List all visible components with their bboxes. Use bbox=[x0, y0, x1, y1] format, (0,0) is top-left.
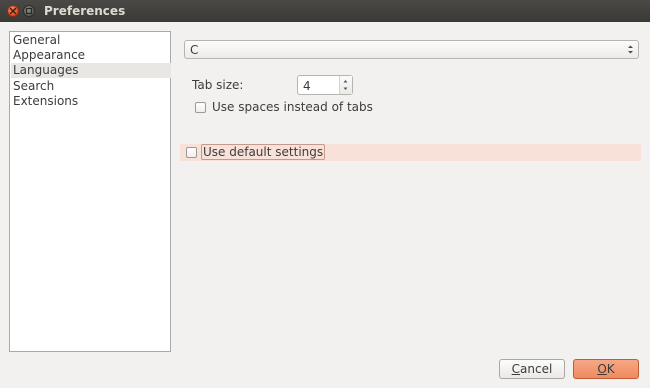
ok-label-rest: K bbox=[606, 362, 615, 376]
cancel-mnemonic: C bbox=[511, 362, 521, 376]
use-default-checkbox[interactable] bbox=[186, 147, 197, 158]
title-bar: Preferences bbox=[0, 0, 650, 22]
ok-mnemonic: O bbox=[597, 362, 607, 376]
cancel-label-rest: ancel bbox=[520, 362, 553, 376]
cancel-button[interactable]: Cancel bbox=[499, 359, 565, 379]
window-title: Preferences bbox=[44, 4, 126, 18]
tab-size-label: Tab size: bbox=[192, 78, 244, 92]
use-default-label[interactable]: Use default settings bbox=[201, 144, 326, 160]
spin-up-icon[interactable] bbox=[342, 78, 349, 84]
spin-down-icon[interactable] bbox=[342, 86, 349, 92]
sidebar-item-general[interactable]: General bbox=[11, 33, 171, 48]
preferences-window: Preferences General Appearance Languages… bbox=[0, 0, 650, 388]
tab-size-spinner[interactable]: 4 bbox=[297, 75, 353, 95]
use-spaces-checkbox[interactable] bbox=[195, 102, 206, 113]
category-list: General Appearance Languages Search Exte… bbox=[9, 31, 171, 352]
ok-button[interactable]: OK bbox=[573, 359, 639, 379]
sidebar-item-search[interactable]: Search bbox=[11, 79, 171, 94]
maximize-icon[interactable] bbox=[23, 5, 35, 17]
tab-size-value[interactable]: 4 bbox=[303, 79, 311, 93]
use-spaces-label[interactable]: Use spaces instead of tabs bbox=[212, 100, 373, 114]
spinner-buttons bbox=[339, 76, 352, 94]
sidebar-item-languages[interactable]: Languages bbox=[11, 63, 171, 78]
sidebar-item-extensions[interactable]: Extensions bbox=[11, 94, 171, 109]
language-select-value: C bbox=[190, 43, 199, 57]
sidebar-item-appearance[interactable]: Appearance bbox=[11, 48, 171, 63]
close-icon[interactable] bbox=[7, 5, 19, 17]
updown-arrows-icon bbox=[627, 44, 634, 58]
language-select[interactable]: C bbox=[184, 40, 639, 59]
